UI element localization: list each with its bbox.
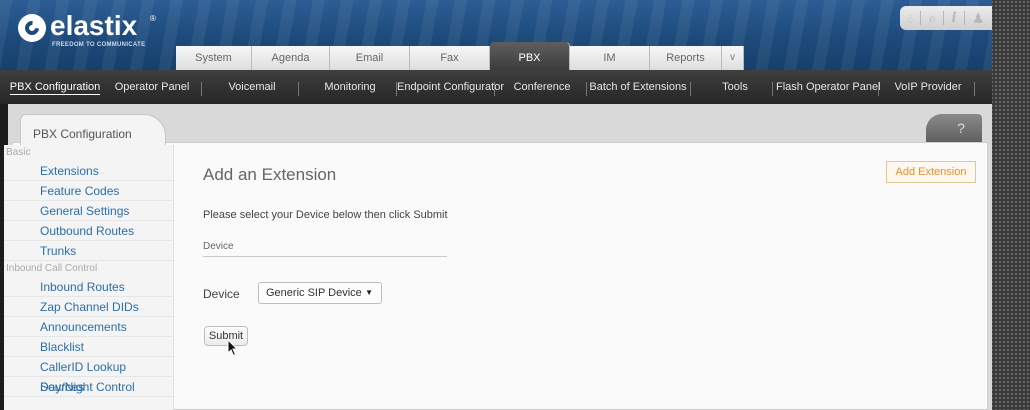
sidebar-item-trunks[interactable]: Trunks [4, 241, 173, 261]
device-select-value: Generic SIP Device [266, 287, 362, 299]
submenu-label: PBX Configuration [9, 81, 101, 95]
tab-agenda[interactable]: Agenda [252, 46, 330, 70]
tab-im[interactable]: IM [570, 46, 650, 70]
submenu-tools[interactable]: Tools [710, 70, 760, 104]
logo-text: elastix [50, 10, 138, 41]
submenu-flash-operator-panel[interactable]: Flash Operator Panel [776, 70, 881, 104]
tab-reports[interactable]: Reports [650, 46, 722, 70]
logo-reg-mark: ® [150, 14, 156, 23]
instructions-text: Please select your Device below then cli… [203, 209, 448, 221]
sidebar-category-basic: Basic [6, 147, 31, 158]
submenu-pbx-configuration[interactable]: PBX Configuration [6, 70, 104, 104]
sidebar-item-zap-channel-dids[interactable]: Zap Channel DIDs [4, 297, 173, 317]
page-title: Add an Extension [203, 165, 337, 184]
header: elastix ® FREEDOM TO COMMUNICATE 💧︎ ⌕ i … [0, 0, 992, 70]
sidebar-item-day-night-control[interactable]: Day/Night Control [4, 377, 173, 397]
submenu-monitoring[interactable]: Monitoring [318, 70, 382, 104]
submenu-operator-panel[interactable]: Operator Panel [112, 70, 192, 104]
drop-icon[interactable]: 💧︎ [908, 10, 914, 27]
sidebar-item-announcements[interactable]: Announcements [4, 317, 173, 337]
logo-tagline: FREEDOM TO COMMUNICATE [52, 42, 146, 48]
sidebar-item-extensions[interactable]: Extensions [4, 161, 173, 181]
sidebar-item-blacklist[interactable]: Blacklist [4, 337, 173, 357]
submenu-voicemail[interactable]: Voicemail [222, 70, 282, 104]
dropdown-caret-icon: ▼ [365, 288, 373, 297]
sidebar-item-outbound-routes[interactable]: Outbound Routes [4, 221, 173, 241]
submenu-batch-of-extensions[interactable]: Batch of Extensions [588, 70, 688, 104]
main-tabs: System Agenda Email Fax PBX IM Reports ∨ [176, 42, 744, 70]
add-extension-button[interactable]: Add Extension [886, 161, 976, 183]
submenu-endpoint-configurator[interactable]: Endpoint Configurator [397, 70, 504, 104]
section-heading-device: Device [203, 241, 234, 252]
tab-pbx[interactable]: PBX [490, 42, 570, 70]
sidebar-item-callerid-lookup-sources[interactable]: CallerID Lookup Sources [4, 357, 173, 394]
pbx-submenu: PBX Configuration Operator Panel Voicema… [0, 70, 992, 104]
tab-system[interactable]: System [176, 46, 252, 70]
sidebar-item-feature-codes[interactable]: Feature Codes [4, 181, 173, 201]
user-icon[interactable]: ♟ [972, 10, 985, 27]
top-icon-bar: 💧︎ ⌕ i ♟ [900, 6, 992, 30]
section-divider [203, 256, 447, 257]
info-icon[interactable]: i [951, 10, 956, 26]
search-icon[interactable]: ⌕ [928, 10, 936, 27]
device-label: Device [203, 287, 240, 301]
background-texture [990, 0, 1030, 410]
tab-email[interactable]: Email [330, 46, 410, 70]
submenu-conference[interactable]: Conference [506, 70, 578, 104]
mouse-cursor-icon [227, 339, 239, 357]
tab-fax[interactable]: Fax [410, 46, 490, 70]
submit-button[interactable]: Submit [204, 326, 248, 346]
sidebar-item-inbound-routes[interactable]: Inbound Routes [4, 277, 173, 297]
sidebar: Basic Extensions Feature Codes General S… [4, 145, 174, 410]
sidebar-category-inbound: Inbound Call Control [6, 263, 98, 274]
logo-mark-icon [18, 14, 46, 42]
submenu-voip-provider[interactable]: VoIP Provider [888, 70, 968, 104]
sidebar-item-general-settings[interactable]: General Settings [4, 201, 173, 221]
tab-more-chevron-icon[interactable]: ∨ [722, 46, 744, 70]
device-select[interactable]: Generic SIP Device ▼ [258, 282, 382, 304]
help-question-icon[interactable]: ? [926, 114, 982, 142]
